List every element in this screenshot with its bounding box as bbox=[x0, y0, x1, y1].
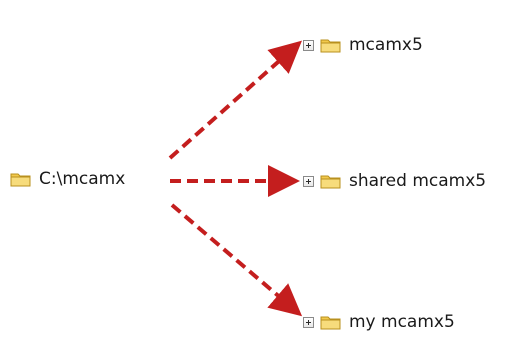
folder-node-mcamx5[interactable]: mcamx5 bbox=[303, 33, 423, 57]
arrow-to-mcamx5 bbox=[168, 40, 302, 160]
arrow-to-my-mcamx5 bbox=[170, 203, 303, 317]
folder-icon bbox=[320, 175, 341, 188]
plus-box-icon[interactable] bbox=[303, 175, 314, 187]
plus-box-icon[interactable] bbox=[303, 39, 314, 51]
folder-mapping-diagram: C:\mcamx mcamx5 shared mcamx5 my mcamx5 bbox=[0, 0, 527, 351]
folder-icon bbox=[320, 316, 341, 329]
folder-node-shared-mcamx5[interactable]: shared mcamx5 bbox=[303, 169, 486, 193]
folder-label-my-mcamx5: my mcamx5 bbox=[349, 312, 455, 332]
root-folder-label: C:\mcamx bbox=[39, 169, 126, 189]
root-folder-node[interactable]: C:\mcamx bbox=[10, 167, 125, 191]
folder-icon bbox=[10, 173, 31, 186]
folder-icon bbox=[320, 39, 341, 52]
folder-label-mcamx5: mcamx5 bbox=[349, 35, 423, 55]
folder-node-my-mcamx5[interactable]: my mcamx5 bbox=[303, 310, 455, 334]
plus-box-icon[interactable] bbox=[303, 316, 314, 328]
folder-label-shared-mcamx5: shared mcamx5 bbox=[349, 171, 487, 191]
